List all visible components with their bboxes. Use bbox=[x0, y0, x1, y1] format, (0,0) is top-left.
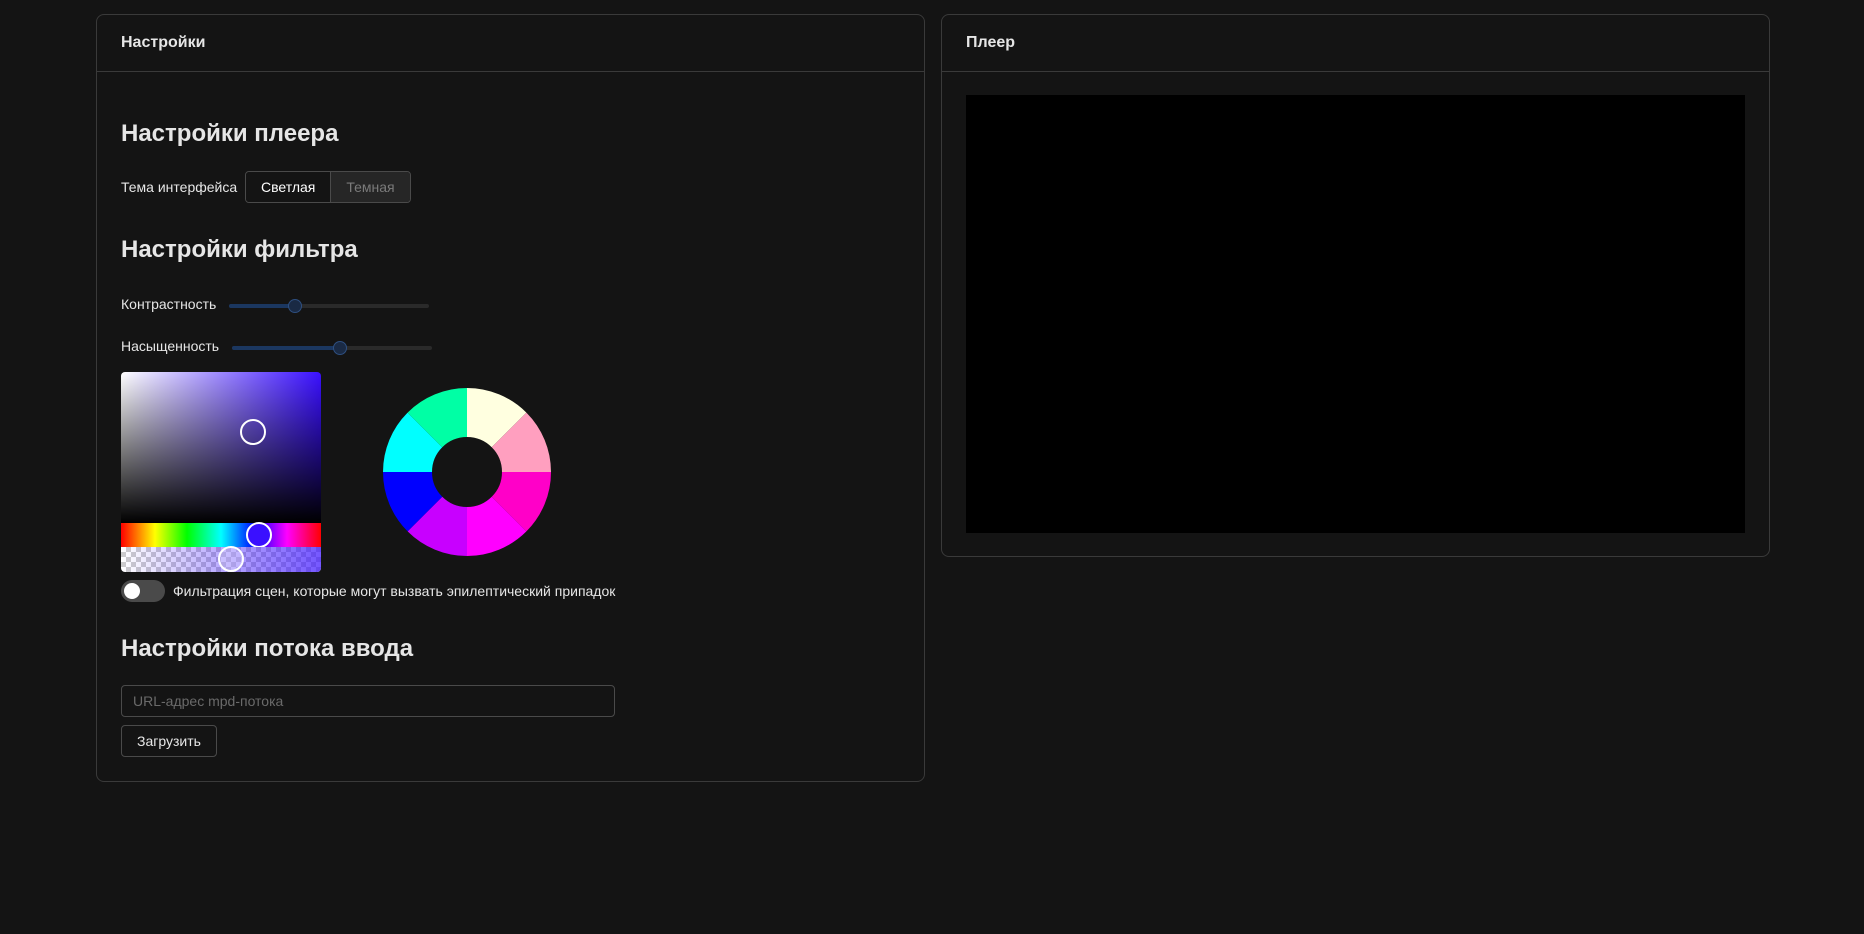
epilepsy-filter-toggle[interactable] bbox=[121, 580, 165, 602]
saturation-slider-fill bbox=[232, 346, 340, 350]
color-picker-hue-bar[interactable] bbox=[121, 522, 321, 548]
stream-url-input[interactable] bbox=[121, 685, 615, 717]
stream-settings-title: Настройки потока ввода bbox=[121, 635, 414, 662]
color-picker-alpha-handle[interactable] bbox=[218, 546, 244, 572]
theme-option-dark[interactable]: Темная bbox=[331, 172, 410, 202]
theme-option-light[interactable]: Светлая bbox=[246, 172, 332, 202]
load-button[interactable]: Загрузить bbox=[121, 725, 217, 757]
contrast-slider-fill bbox=[229, 304, 295, 308]
saturation-label: Насыщенность bbox=[121, 338, 220, 354]
player-settings-title: Настройки плеера bbox=[121, 120, 339, 147]
saturation-slider[interactable] bbox=[232, 341, 432, 355]
theme-label: Тема интерфейса bbox=[121, 179, 238, 195]
epilepsy-filter-label: Фильтрация сцен, которые могут вызвать э… bbox=[173, 583, 616, 599]
color-picker bbox=[121, 372, 321, 572]
contrast-slider-thumb[interactable] bbox=[288, 299, 302, 313]
color-picker-saturation-area[interactable] bbox=[121, 372, 321, 523]
color-picker-hue-handle[interactable] bbox=[246, 522, 272, 548]
filter-settings-title: Настройки фильтра bbox=[121, 236, 358, 263]
player-panel: Плеер bbox=[941, 14, 1770, 557]
player-panel-title: Плеер bbox=[942, 15, 1769, 72]
video-area[interactable] bbox=[966, 95, 1745, 533]
contrast-label: Контрастность bbox=[121, 296, 217, 312]
color-wheel[interactable] bbox=[383, 388, 551, 556]
settings-panel-title: Настройки bbox=[97, 15, 924, 72]
saturation-slider-thumb[interactable] bbox=[333, 341, 347, 355]
epilepsy-filter-toggle-knob bbox=[124, 583, 140, 599]
color-picker-alpha-bar[interactable] bbox=[121, 546, 321, 572]
theme-switch: Светлая Темная bbox=[245, 171, 411, 203]
color-picker-sv-handle[interactable] bbox=[240, 419, 266, 446]
settings-panel: Настройки Настройки плеера Тема интерфей… bbox=[96, 14, 925, 782]
contrast-slider[interactable] bbox=[229, 299, 429, 313]
